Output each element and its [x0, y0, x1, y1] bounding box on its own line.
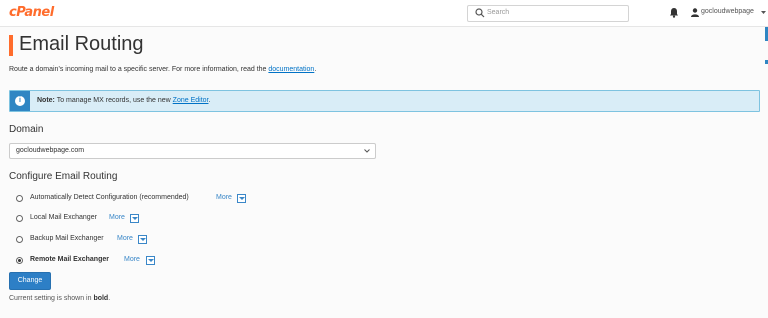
option-label: Automatically Detect Configuration (reco… — [30, 194, 189, 201]
title-accent-bar — [9, 35, 13, 56]
domain-heading: Domain — [9, 124, 44, 135]
zone-editor-link[interactable]: Zone Editor — [173, 97, 209, 104]
page-title: Email Routing — [19, 33, 144, 55]
more-link[interactable]: More — [109, 214, 125, 221]
bell-icon[interactable] — [669, 7, 679, 18]
expand-more-icon[interactable] — [146, 256, 155, 265]
more-link[interactable]: More — [124, 256, 140, 263]
radio-auto-detect[interactable] — [16, 195, 23, 202]
info-icon: i — [15, 96, 25, 106]
page-description: Route a domain’s incoming mail to a spec… — [9, 66, 317, 73]
expand-more-icon[interactable] — [138, 235, 147, 244]
username-label: gocloudwebpage — [701, 8, 754, 15]
info-note: i Note: To manage MX records, use the ne… — [9, 90, 760, 112]
radio-backup-mx[interactable] — [16, 236, 23, 243]
domain-selected-value: gocloudwebpage.com — [16, 147, 85, 154]
chevron-down-icon — [364, 149, 370, 153]
change-button[interactable]: Change — [9, 272, 51, 290]
top-navbar: cPanel Search gocloudwebpage — [0, 0, 768, 27]
current-setting-note: Current setting is shown in bold. — [9, 295, 111, 302]
cpanel-logo[interactable]: cPanel — [9, 5, 54, 20]
more-link[interactable]: More — [216, 194, 232, 201]
option-label-selected: Remote Mail Exchanger — [30, 256, 109, 263]
note-text: Note: To manage MX records, use the new … — [37, 97, 211, 104]
documentation-link[interactable]: documentation — [268, 66, 314, 73]
domain-select[interactable]: gocloudwebpage.com — [9, 143, 376, 159]
user-icon — [691, 8, 699, 17]
search-placeholder: Search — [487, 9, 510, 16]
expand-more-icon[interactable] — [237, 194, 246, 203]
option-label: Backup Mail Exchanger — [30, 235, 104, 242]
info-icon-box: i — [10, 91, 30, 111]
radio-remote-mx[interactable] — [16, 257, 23, 264]
routing-heading: Configure Email Routing — [9, 171, 118, 182]
search-input[interactable]: Search — [467, 5, 629, 22]
expand-more-icon[interactable] — [130, 214, 139, 223]
option-label: Local Mail Exchanger — [30, 214, 97, 221]
chevron-down-icon — [761, 11, 766, 14]
more-link[interactable]: More — [117, 235, 133, 242]
radio-local-mx[interactable] — [16, 215, 23, 222]
search-icon — [475, 8, 485, 18]
